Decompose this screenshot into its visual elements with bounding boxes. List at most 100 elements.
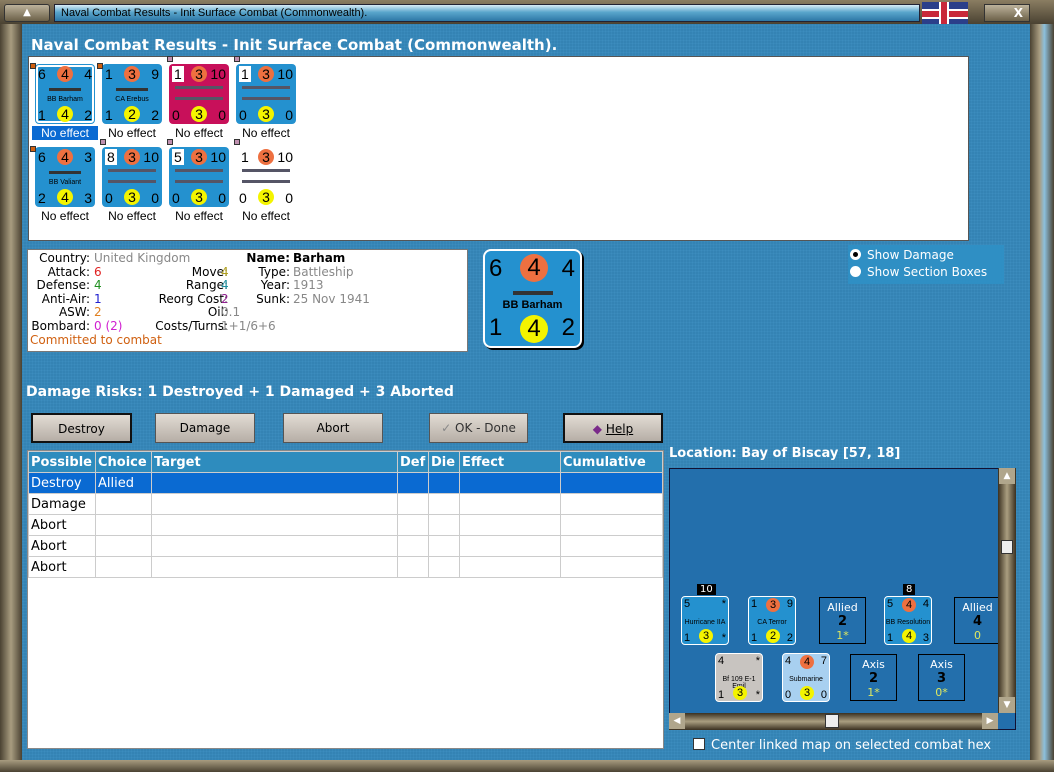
counter-size: 2: [766, 629, 780, 643]
side-label: Allied: [962, 601, 993, 614]
window-frame-left: [0, 24, 22, 772]
ok-done-button[interactable]: ✓ OK - Done: [429, 413, 528, 443]
show-section-boxes-radio[interactable]: Show Section Boxes: [850, 264, 1004, 281]
sunk-label: Sunk:: [256, 291, 290, 306]
unit-counter[interactable]: 5 3 10 0 3 0: [167, 139, 229, 207]
destroy-button[interactable]: Destroy: [31, 413, 132, 443]
name-label: Name:: [246, 251, 290, 265]
side-summary-box: Axis 3 0*: [918, 654, 965, 701]
status-marker-icon: [30, 146, 36, 152]
counter-defense: 3: [258, 149, 274, 165]
ship-icon: [242, 86, 290, 100]
damage-button[interactable]: Damage: [155, 413, 255, 443]
unit-counter[interactable]: 8 3 10 0 3 0: [100, 139, 162, 207]
counter-move: 4: [561, 255, 575, 282]
table-row[interactable]: Abort: [28, 535, 663, 557]
cell-possible: Abort: [28, 556, 96, 578]
table-row[interactable]: Destroy Allied: [28, 472, 663, 494]
map-unit-counter[interactable]: 5 * Hurricane IIA 1 3 *: [681, 596, 729, 645]
map-horizontal-scrollbar[interactable]: ◀ ▶: [669, 713, 998, 730]
cell-empty: [428, 556, 460, 578]
counter-size: 4: [57, 106, 73, 122]
counter-attack: 1: [105, 66, 113, 82]
map-unit-counter[interactable]: 4 4 7 Submarine 0 3 0: [782, 653, 830, 702]
result-label: No effect: [242, 209, 290, 223]
counter-attack: 4: [785, 655, 792, 667]
scroll-right-arrow-icon[interactable]: ▶: [982, 713, 998, 729]
counter-attack: 6: [38, 149, 46, 165]
side-count: 4: [972, 614, 983, 629]
counter-name: BB Resolution: [885, 619, 931, 626]
counter-defense: 3: [191, 149, 207, 165]
status-marker-icon: [234, 56, 240, 62]
table-row[interactable]: Abort: [28, 556, 663, 578]
counter-range: 3: [922, 632, 929, 644]
scroll-up-arrow-icon[interactable]: ▲: [999, 468, 1015, 484]
location-label: Location: Bay of Biscay [57, 18]: [669, 446, 901, 461]
defense-label: Defense:: [36, 278, 90, 293]
cell-empty: [151, 556, 398, 578]
cell-choice: [95, 514, 152, 536]
show-damage-radio[interactable]: Show Damage: [850, 247, 1004, 264]
unit-counter[interactable]: 6 4 4 BB Barham 1 4 2: [30, 63, 95, 124]
cell-choice: Allied: [95, 472, 152, 494]
cell-empty: [397, 535, 429, 557]
damage-choices-table: Possible Choice Target Def Die Effect Cu…: [27, 450, 664, 749]
col-choice[interactable]: Choice: [95, 451, 152, 473]
counter-defense: 4: [800, 655, 814, 669]
counter-aa: 0: [172, 107, 180, 123]
side-count: 2: [868, 671, 879, 686]
ship-icon: [513, 291, 553, 295]
map-vertical-scrollbar[interactable]: ▲ ▼: [998, 468, 1016, 713]
side-label: Axis: [862, 658, 885, 671]
center-map-checkbox[interactable]: Center linked map on selected combat hex: [693, 738, 991, 753]
unit-results-panel: 6 4 4 BB Barham 1 4 2 No effect 1 3 9 CA …: [28, 56, 969, 241]
oil-value: 0.1: [221, 305, 241, 320]
map-unit-counter[interactable]: 1 3 9 CA Terror 1 2 2: [748, 596, 796, 645]
counter-defense: 3: [124, 149, 140, 165]
col-target[interactable]: Target: [151, 451, 398, 473]
map-unit-counter[interactable]: 4 * Bf 109 E-1 Emil 1 3 *: [715, 653, 763, 702]
result-label: No effect: [32, 126, 98, 140]
table-row[interactable]: Abort: [28, 514, 663, 536]
bombard-label: Bombard:: [31, 318, 90, 333]
col-die[interactable]: Die: [428, 451, 460, 473]
cell-empty: [428, 493, 460, 515]
col-cumulative[interactable]: Cumulative: [560, 451, 663, 473]
show-sections-label: Show Section Boxes: [867, 265, 988, 279]
help-button[interactable]: ◆ Help: [563, 413, 663, 443]
unit-counter[interactable]: 1 3 10 0 3 0: [234, 56, 296, 124]
map-unit-counter[interactable]: 5 4 4 BB Resolution 1 4 3: [884, 596, 932, 645]
counter-defense: 4: [902, 598, 916, 612]
unit-info-box: Country: Attack: Defense: Anti-Air: ASW:…: [27, 249, 468, 352]
combat-hex-map[interactable]: 10 8 5 * Hurricane IIA 1 3 * 1 3 9 CA Ter…: [669, 468, 1016, 730]
display-mode-radio-group: Show Damage Show Section Boxes: [848, 245, 1004, 284]
system-menu-button[interactable]: ▲: [4, 4, 50, 22]
counter-attack: 5: [887, 598, 894, 610]
col-def[interactable]: Def: [397, 451, 429, 473]
result-label: No effect: [175, 126, 223, 140]
horizontal-scroll-thumb[interactable]: [825, 714, 839, 728]
unit-counter[interactable]: 1 3 9 CA Erebus 1 2 2: [97, 63, 162, 124]
vertical-scroll-thumb[interactable]: [1001, 540, 1013, 554]
side-label: Allied: [827, 601, 858, 614]
close-button[interactable]: X: [984, 4, 1030, 22]
ship-icon: [116, 88, 148, 91]
abort-button[interactable]: Abort: [283, 413, 383, 443]
scroll-down-arrow-icon[interactable]: ▼: [999, 697, 1015, 713]
status-marker-icon: [234, 139, 240, 145]
cell-empty: [459, 556, 561, 578]
counter-name: BB Barham: [47, 96, 83, 103]
checkbox-icon: [693, 738, 705, 750]
counter-size: 3: [733, 686, 747, 700]
counter-size: 4: [57, 189, 73, 205]
table-row[interactable]: Damage: [28, 493, 663, 515]
unit-counter[interactable]: 6 4 3 BB Valiant 2 4 3: [30, 146, 95, 207]
unit-counter[interactable]: 1 3 10 0 3 0: [234, 139, 296, 207]
status-marker-icon: [100, 139, 106, 145]
counter-move: 4: [84, 66, 92, 82]
col-possible[interactable]: Possible: [28, 451, 96, 473]
unit-counter[interactable]: 1 3 10 0 3 0: [167, 56, 229, 124]
scroll-left-arrow-icon[interactable]: ◀: [669, 713, 685, 729]
col-effect[interactable]: Effect: [459, 451, 561, 473]
